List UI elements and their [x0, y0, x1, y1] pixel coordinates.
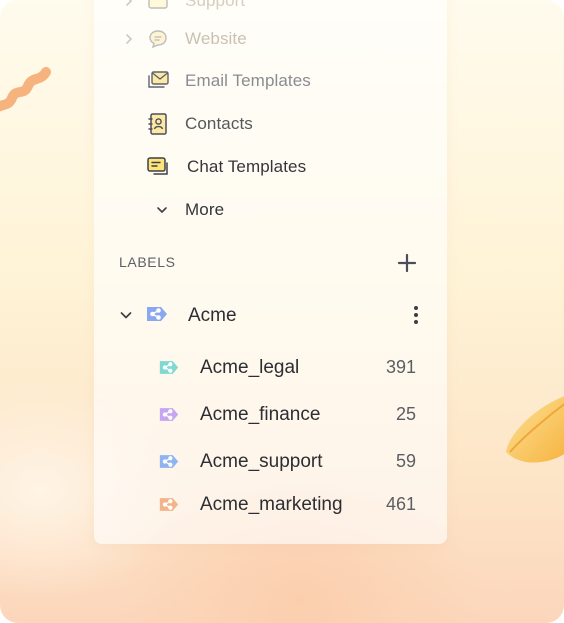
- chevron-right-icon: [122, 0, 136, 8]
- nav-item-contacts[interactable]: Contacts: [94, 106, 447, 142]
- nav-item-label: Website: [185, 29, 247, 48]
- chevron-down-icon: [150, 198, 174, 222]
- label-item-acme-marketing[interactable]: Acme_marketing 461: [94, 487, 447, 523]
- nav-item-website[interactable]: Website: [94, 21, 447, 57]
- label-item-count: 461: [385, 494, 416, 514]
- label-tag-icon: [145, 305, 169, 328]
- label-item-acme-legal[interactable]: Acme_legal 391: [94, 350, 447, 386]
- label-item-acme-support[interactable]: Acme_support 59: [94, 444, 447, 480]
- app-background: Support Website Email Templates Contacts: [0, 0, 564, 623]
- label-tag-icon: [158, 359, 180, 381]
- decorative-squiggle: [0, 67, 51, 112]
- label-group-name: Acme: [188, 305, 237, 326]
- label-item-name: Acme_legal: [200, 357, 300, 378]
- chevron-right-icon: [122, 32, 136, 46]
- label-item-name: Acme_marketing: [200, 494, 343, 515]
- nav-item-more[interactable]: More: [94, 192, 447, 228]
- label-item-count: 59: [395, 451, 416, 471]
- nav-item-support[interactable]: Support: [94, 0, 447, 19]
- nav-item-chat-templates[interactable]: Chat Templates: [94, 149, 447, 185]
- nav-item-label: Contacts: [185, 114, 253, 133]
- nav-item-email-templates[interactable]: Email Templates: [94, 63, 447, 99]
- nav-item-label: More: [185, 200, 225, 219]
- chat-templates-icon: [146, 155, 170, 179]
- email-templates-icon: [146, 69, 170, 93]
- label-group-acme[interactable]: Acme: [94, 296, 447, 334]
- label-tag-icon: [158, 453, 180, 475]
- decorative-leaf: [506, 396, 564, 463]
- label-item-acme-finance[interactable]: Acme_finance 25: [94, 397, 447, 433]
- label-item-count: 391: [385, 357, 416, 377]
- label-tag-icon: [158, 406, 180, 428]
- label-item-name: Acme_finance: [200, 404, 321, 425]
- more-vertical-icon[interactable]: [406, 302, 426, 328]
- labels-section-title: LABELS: [119, 254, 176, 270]
- support-icon: [146, 0, 170, 13]
- add-label-button[interactable]: [395, 251, 419, 275]
- label-item-count: 25: [395, 404, 416, 424]
- label-item-name: Acme_support: [200, 451, 323, 472]
- nav-item-label: Email Templates: [185, 71, 311, 90]
- chat-bubble-icon: [146, 27, 170, 51]
- contacts-icon: [146, 112, 170, 136]
- sidebar-panel: Support Website Email Templates Contacts: [94, 0, 447, 544]
- nav-item-label: Chat Templates: [187, 157, 307, 176]
- chevron-down-icon: [119, 308, 133, 327]
- plus-icon: [397, 253, 417, 273]
- label-tag-icon: [158, 496, 180, 518]
- nav-item-label: Support: [185, 0, 246, 10]
